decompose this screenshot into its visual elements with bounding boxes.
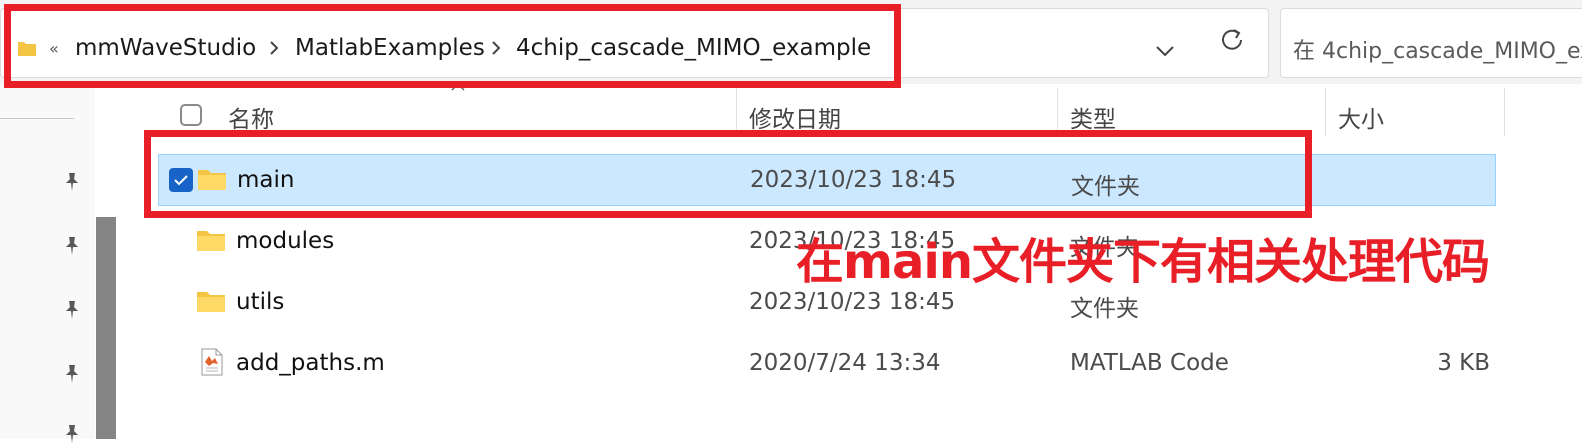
file-modified: 2020/7/24 13:34 [749,350,941,376]
pin-icon[interactable] [60,170,84,194]
refresh-icon[interactable] [1216,24,1248,56]
column-divider[interactable] [1057,88,1058,136]
matlab-file-icon [201,348,223,376]
folder-icon [197,292,225,312]
column-header-name[interactable]: 名称 [228,100,274,134]
annotation-box-address [4,4,901,88]
folder-icon [197,231,225,251]
file-row[interactable]: add_paths.m 2020/7/24 13:34 MATLAB Code … [158,338,1496,390]
chevron-down-icon[interactable] [1151,37,1179,65]
nav-divider [0,118,74,119]
column-divider[interactable] [1504,88,1505,136]
pin-icon[interactable] [60,362,84,386]
file-type: 文件夹 [1070,296,1139,322]
file-type: MATLAB Code [1070,350,1229,376]
annotation-box-main-row [144,130,1312,218]
pin-icon[interactable] [60,234,84,258]
column-header-type[interactable]: 类型 [1070,100,1116,134]
navigation-pane [0,84,95,443]
search-placeholder: 在 4chip_cascade_MIMO_example 中搜索 [1293,39,1582,64]
file-size: 3 KB [1437,350,1490,376]
column-divider[interactable] [1325,88,1326,136]
column-divider[interactable] [736,88,737,136]
file-name[interactable]: modules [236,228,334,254]
file-name[interactable]: add_paths.m [236,350,385,376]
search-input[interactable]: 在 4chip_cascade_MIMO_example 中搜索 [1280,8,1582,78]
column-header-size[interactable]: 大小 [1338,100,1384,134]
pin-icon[interactable] [60,422,84,446]
file-modified: 2023/10/23 18:45 [749,289,956,315]
file-name[interactable]: utils [236,289,284,315]
column-header-modified[interactable]: 修改日期 [749,100,841,134]
pin-icon[interactable] [60,298,84,322]
select-all-checkbox[interactable] [180,104,202,126]
nav-scrollbar[interactable] [96,217,116,439]
annotation-text: 在main文件夹下有相关处理代码 [796,234,1490,290]
